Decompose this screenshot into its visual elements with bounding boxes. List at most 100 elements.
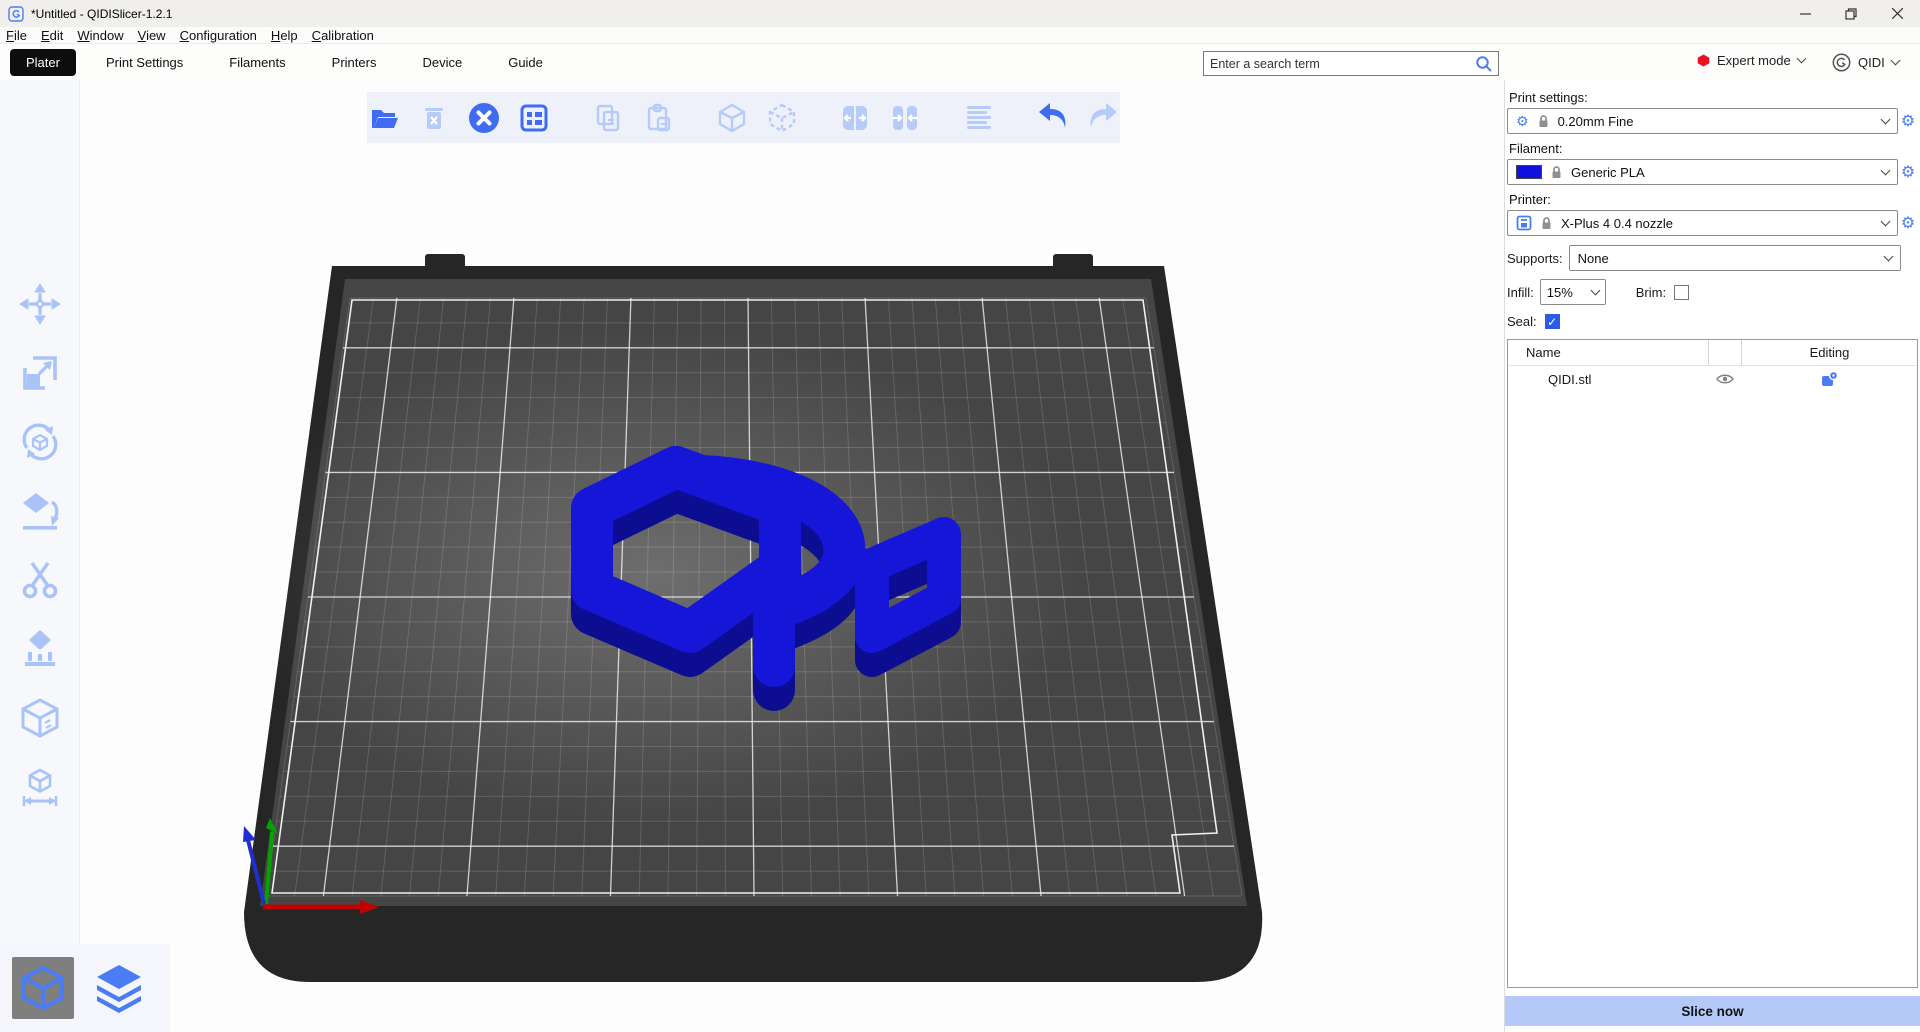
- rotate-tool-button[interactable]: [18, 421, 62, 463]
- chevron-down-icon: [1881, 165, 1891, 175]
- account-label: QIDI: [1858, 55, 1885, 70]
- printer-icon: [1516, 215, 1532, 231]
- menu-calibration[interactable]: Calibration: [312, 28, 374, 43]
- search-icon[interactable]: [1474, 54, 1494, 74]
- menu-configuration[interactable]: Configuration: [180, 28, 257, 43]
- cut-tool-button[interactable]: [18, 559, 62, 601]
- print-settings-value: 0.20mm Fine: [1558, 114, 1874, 129]
- filament-label: Filament:: [1509, 141, 1918, 156]
- editor-3d-view-button[interactable]: [12, 957, 74, 1019]
- redo-button[interactable]: [1086, 100, 1120, 136]
- lock-icon: [1551, 165, 1562, 179]
- printer-gear-button[interactable]: ⚙: [1898, 213, 1918, 233]
- printer-label: Printer:: [1509, 192, 1918, 207]
- tab-plater[interactable]: Plater: [10, 49, 76, 76]
- menu-window[interactable]: Window: [77, 28, 123, 43]
- object-list-header: Name Editing: [1508, 340, 1917, 366]
- print-settings-combo[interactable]: ⚙ 0.20mm Fine: [1507, 108, 1898, 134]
- column-editing: Editing: [1741, 340, 1917, 365]
- seal-checkbox[interactable]: ✓: [1545, 314, 1560, 329]
- tab-device[interactable]: Device: [406, 49, 478, 76]
- add-instance-button[interactable]: [715, 100, 749, 136]
- chevron-down-icon: [1796, 54, 1806, 64]
- qidi-logo-icon: [1832, 53, 1851, 72]
- printer-combo[interactable]: X-Plus 4 0.4 nozzle: [1507, 210, 1898, 236]
- split-to-parts-button[interactable]: [888, 100, 922, 136]
- column-name: Name: [1508, 345, 1708, 360]
- window-title: *Untitled - QIDISlicer-1.2.1: [31, 7, 172, 21]
- gear-icon: ⚙: [1516, 114, 1529, 128]
- eye-icon[interactable]: [1716, 373, 1734, 385]
- mode-selector[interactable]: Expert mode: [1697, 53, 1805, 68]
- search-input[interactable]: [1204, 57, 1474, 71]
- tab-printers[interactable]: Printers: [316, 49, 393, 76]
- paste-button[interactable]: [641, 100, 675, 136]
- mode-label: Expert mode: [1717, 53, 1791, 68]
- object-name: QIDI.stl: [1508, 372, 1708, 387]
- supports-value: None: [1578, 251, 1876, 266]
- filament-color-swatch: [1516, 165, 1542, 179]
- infill-label: Infill:: [1507, 285, 1534, 300]
- printer-value: X-Plus 4 0.4 nozzle: [1561, 216, 1873, 231]
- delete-all-button[interactable]: [467, 100, 501, 136]
- menu-view[interactable]: View: [138, 28, 166, 43]
- filament-combo[interactable]: Generic PLA: [1507, 159, 1898, 185]
- split-to-objects-button[interactable]: [838, 100, 872, 136]
- copy-button[interactable]: [591, 100, 625, 136]
- menu-edit[interactable]: Edit: [41, 28, 63, 43]
- close-button[interactable]: [1874, 0, 1920, 27]
- print-settings-label: Print settings:: [1509, 90, 1918, 105]
- menu-bar: File Edit Window View Configuration Help…: [0, 27, 1920, 44]
- slice-now-button[interactable]: Slice now: [1505, 996, 1920, 1026]
- qidislicer-window: *Untitled - QIDISlicer-1.2.1 File Edit: [0, 0, 1920, 1032]
- restore-button[interactable]: [1828, 0, 1874, 27]
- red-hexagon-icon: [1697, 54, 1710, 67]
- settings-panel: Print settings: ⚙ 0.20mm Fine ⚙ Filament…: [1504, 80, 1920, 1032]
- tab-print-settings[interactable]: Print Settings: [90, 49, 199, 76]
- supports-combo[interactable]: None: [1569, 245, 1901, 271]
- object-row[interactable]: QIDI.stl: [1508, 366, 1917, 392]
- object-list: Name Editing QIDI.stl: [1507, 339, 1918, 988]
- lock-icon: [1541, 216, 1552, 230]
- edit-object-icon[interactable]: [1820, 370, 1838, 388]
- tab-filaments[interactable]: Filaments: [213, 49, 301, 76]
- tab-guide[interactable]: Guide: [492, 49, 559, 76]
- account-selector[interactable]: QIDI: [1832, 53, 1899, 72]
- chevron-down-icon: [1890, 56, 1900, 66]
- supports-label: Supports:: [1507, 251, 1563, 266]
- title-bar: *Untitled - QIDISlicer-1.2.1: [0, 0, 1920, 27]
- fuzzy-skin-tool-button[interactable]: [18, 697, 62, 739]
- infill-combo[interactable]: 15%: [1540, 279, 1606, 305]
- infill-value: 15%: [1547, 285, 1583, 300]
- gizmo-toolbar: [0, 80, 80, 1032]
- remove-instance-button[interactable]: [765, 100, 799, 136]
- measure-tool-button[interactable]: [18, 766, 62, 808]
- app-icon: [8, 6, 24, 22]
- column-visibility: [1708, 340, 1741, 365]
- paint-supports-tool-button[interactable]: [18, 628, 62, 670]
- filament-value: Generic PLA: [1571, 165, 1873, 180]
- move-tool-button[interactable]: [18, 283, 62, 325]
- brim-label: Brim:: [1636, 285, 1666, 300]
- plater-toolbar: [367, 92, 1120, 143]
- variable-layer-height-button[interactable]: [962, 100, 996, 136]
- preview-sliced-view-button[interactable]: [88, 957, 150, 1019]
- main-tab-bar: Plater Print Settings Filaments Printers…: [0, 45, 1920, 80]
- menu-file[interactable]: File: [6, 28, 27, 43]
- menu-help[interactable]: Help: [271, 28, 298, 43]
- minimize-button[interactable]: [1782, 0, 1828, 27]
- seal-label: Seal:: [1507, 314, 1537, 329]
- chevron-down-icon: [1881, 114, 1891, 124]
- undo-button[interactable]: [1036, 100, 1070, 136]
- brim-checkbox[interactable]: [1674, 285, 1689, 300]
- search-box[interactable]: [1203, 51, 1499, 76]
- filament-gear-button[interactable]: ⚙: [1898, 162, 1918, 182]
- open-file-button[interactable]: [367, 100, 401, 136]
- print-settings-gear-button[interactable]: ⚙: [1898, 111, 1918, 131]
- scale-tool-button[interactable]: [18, 352, 62, 394]
- arrange-button[interactable]: [517, 100, 551, 136]
- delete-button[interactable]: [417, 100, 451, 136]
- chevron-down-icon: [1590, 285, 1600, 295]
- place-on-face-tool-button[interactable]: [18, 490, 62, 532]
- chevron-down-icon: [1881, 216, 1891, 226]
